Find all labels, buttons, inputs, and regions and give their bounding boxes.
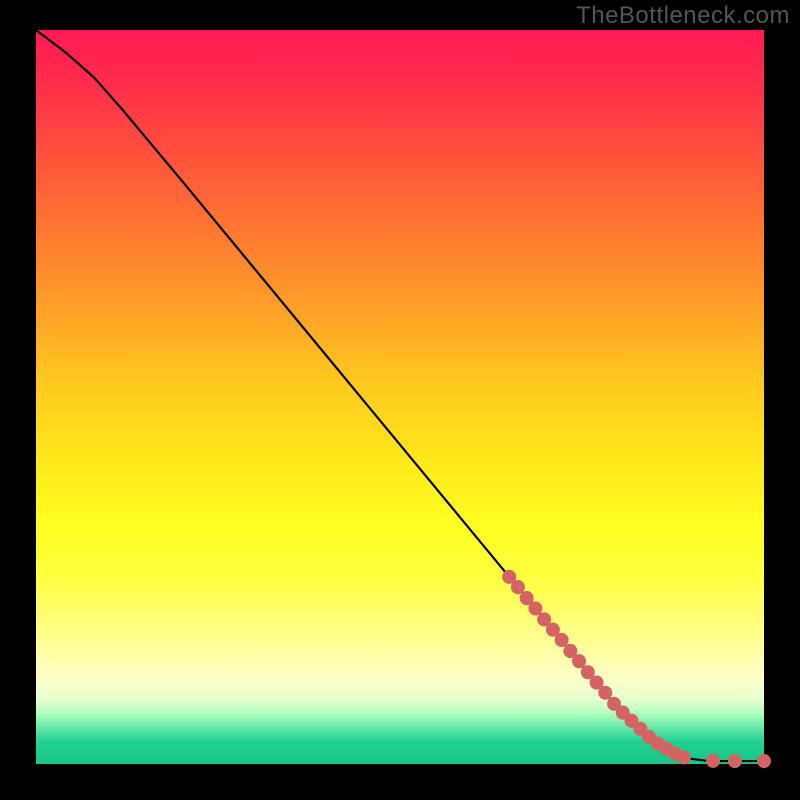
attribution-text: TheBottleneck.com (576, 2, 790, 30)
data-point (677, 750, 691, 764)
data-point (706, 754, 720, 768)
chart-overlay (36, 30, 764, 764)
bottleneck-curve (36, 30, 764, 761)
data-point (598, 686, 612, 700)
data-point (757, 754, 771, 768)
data-point (572, 654, 586, 668)
data-point (528, 601, 542, 615)
chart-frame: TheBottleneck.com (0, 0, 800, 800)
data-point (511, 580, 525, 594)
plot-area (36, 30, 764, 764)
data-points (502, 570, 771, 768)
data-point (555, 633, 569, 647)
data-point (728, 754, 742, 768)
